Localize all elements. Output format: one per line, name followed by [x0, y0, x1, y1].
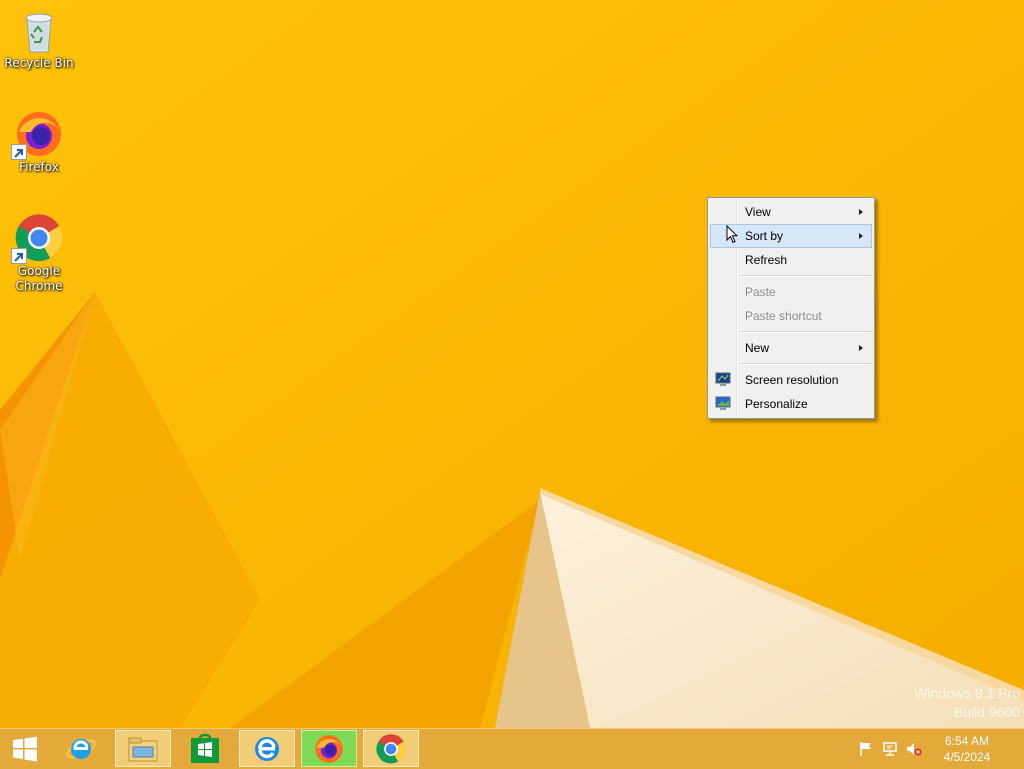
submenu-arrow-icon	[859, 345, 863, 351]
menu-separator	[740, 363, 872, 365]
menu-item-label: Screen resolution	[745, 373, 839, 387]
flag-icon[interactable]	[858, 741, 874, 757]
system-tray: 6:54 AM 4/5/2024	[854, 729, 1024, 769]
menu-item-screen-resolution[interactable]: Screen resolution	[710, 368, 872, 392]
chrome-label: Google Chrome	[15, 264, 63, 293]
menu-item-label: View	[745, 205, 771, 219]
firefox-icon	[315, 734, 343, 763]
ie-icon	[65, 738, 97, 759]
menu-item-refresh[interactable]: Refresh	[710, 248, 872, 272]
recycle-bin-label: Recycle Bin	[4, 56, 74, 70]
clock-date: 4/5/2024	[943, 750, 991, 764]
menu-item-new[interactable]: New	[710, 336, 872, 360]
taskbar-internet-explorer-2[interactable]	[239, 730, 295, 767]
mouse-cursor-icon	[726, 225, 738, 244]
firefox-label: Firefox	[19, 160, 59, 174]
recycle-bin-icon	[25, 13, 53, 53]
windows-watermark: Windows 8.1 Pro Build 9600	[914, 684, 1020, 722]
taskbar-chrome[interactable]	[363, 730, 419, 767]
menu-item-paste[interactable]: Paste	[710, 280, 872, 304]
taskbar-internet-explorer[interactable]	[53, 730, 109, 767]
taskbar-firefox[interactable]	[301, 730, 357, 767]
taskbar-store[interactable]	[177, 730, 233, 767]
personalize-icon	[715, 396, 731, 410]
menu-item-view[interactable]: View	[710, 200, 872, 224]
menu-separator	[740, 275, 872, 277]
store-icon	[191, 733, 219, 763]
shortcut-arrow-icon	[11, 248, 27, 264]
submenu-arrow-icon	[859, 233, 863, 239]
menu-item-label: Refresh	[745, 253, 788, 267]
chrome-icon	[376, 733, 406, 763]
ie-icon	[255, 736, 279, 761]
watermark-edition: Windows 8.1 Pro	[914, 685, 1020, 701]
chrome-desktop-icon[interactable]: Google Chrome	[1, 214, 77, 294]
menu-item-paste-shortcut[interactable]: Paste shortcut	[710, 304, 872, 328]
watermark-build: Build 9600	[953, 704, 1020, 720]
clock-time: 6:54 AM	[944, 734, 990, 748]
menu-item-label: Sort by	[745, 229, 784, 243]
firefox-desktop-icon[interactable]: Firefox	[1, 110, 77, 175]
shortcut-arrow-icon	[11, 144, 27, 160]
menu-separator	[740, 331, 872, 333]
volume-muted-icon[interactable]	[906, 741, 922, 757]
folder-icon	[128, 737, 158, 761]
taskbar-file-explorer[interactable]	[115, 730, 171, 767]
taskbar: 6:54 AM 4/5/2024	[0, 728, 1024, 769]
menu-item-label: New	[745, 341, 770, 355]
desktop[interactable]: Recycle Bin Firefox Google Chrome Window…	[0, 0, 1024, 728]
recycle-bin-desktop-icon[interactable]: Recycle Bin	[1, 6, 77, 71]
submenu-arrow-icon	[859, 209, 863, 215]
menu-item-personalize[interactable]: Personalize	[710, 392, 872, 416]
display-icon	[715, 372, 731, 386]
menu-item-label: Paste shortcut	[745, 309, 822, 323]
taskbar-clock[interactable]: 6:54 AM 4/5/2024	[932, 733, 1002, 765]
network-icon[interactable]	[882, 741, 898, 757]
start-button[interactable]	[0, 730, 50, 767]
menu-item-label: Personalize	[745, 397, 808, 411]
windows-logo-icon	[13, 736, 37, 761]
menu-item-label: Paste	[745, 285, 776, 299]
